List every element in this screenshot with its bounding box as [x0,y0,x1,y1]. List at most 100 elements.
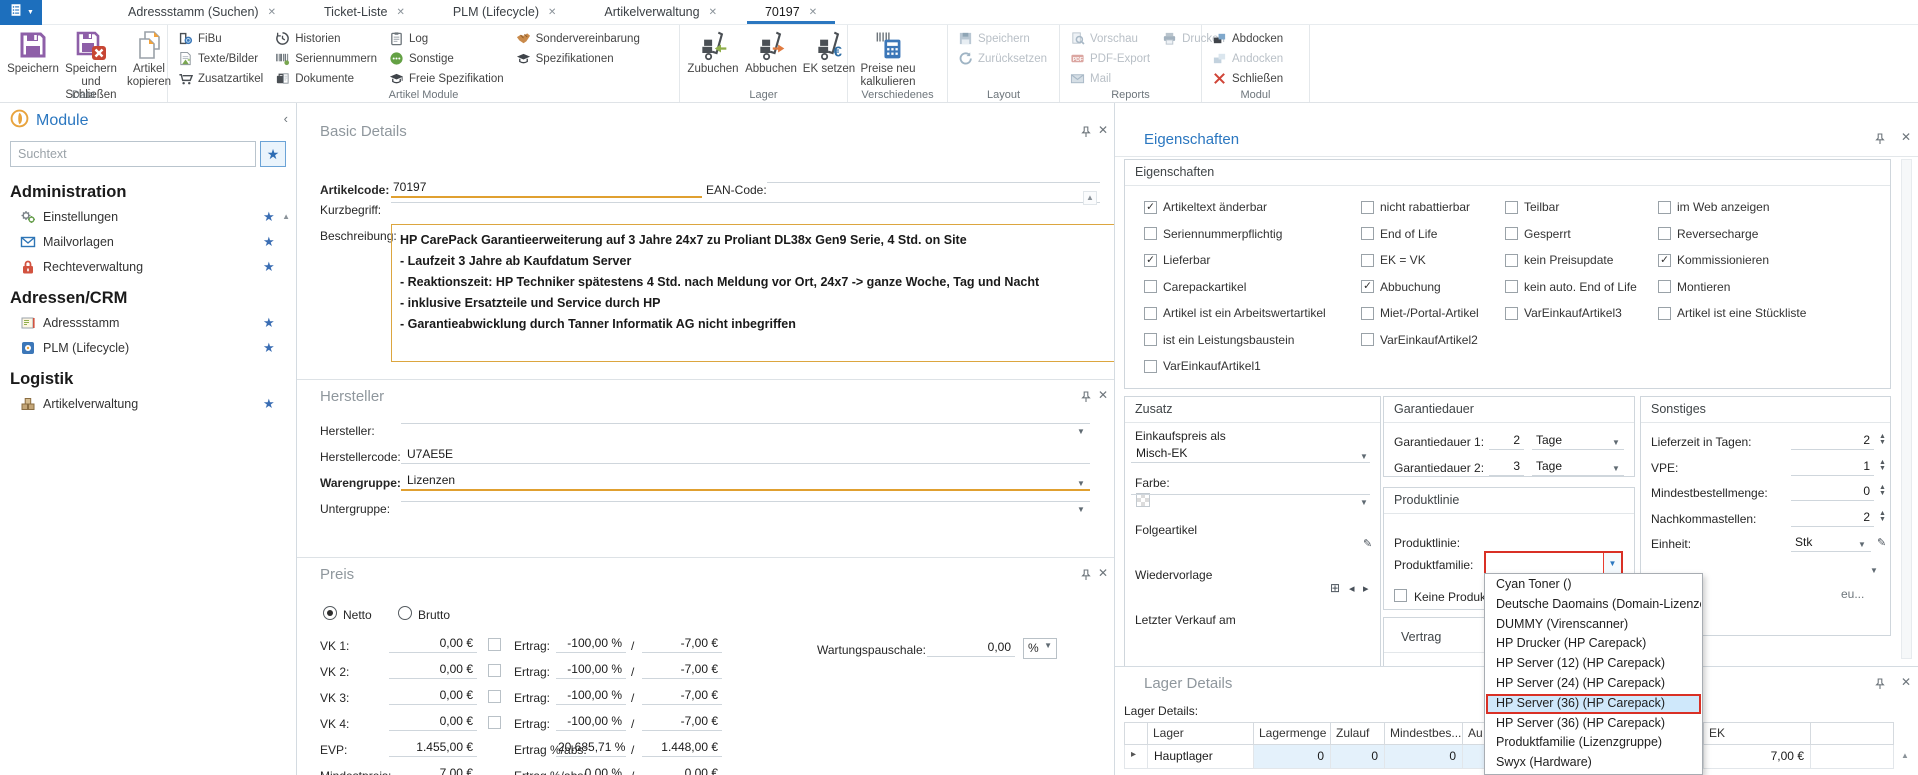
sidebar-item-artikelverwaltung[interactable]: Artikelverwaltung★ [0,391,296,416]
calendar-icon[interactable]: ⊞ [1330,581,1340,595]
scroll-up-icon[interactable]: ▲ [1901,751,1909,760]
search-input[interactable] [10,141,256,167]
price-value-field[interactable]: 0,00 € [389,714,477,731]
sidebar-item-einstellungen[interactable]: Einstellungen★ [0,204,296,229]
close-tab-icon[interactable]: ✕ [709,7,717,18]
spinner-stepper[interactable]: ▲▼ [1879,485,1886,497]
favorite-star-icon[interactable]: ★ [263,259,275,275]
dropdown-option[interactable]: HP Server (36) (HP Carepack) [1486,714,1701,734]
sidebar-item-mailvorlagen[interactable]: Mailvorlagen★ [0,229,296,254]
pin-icon[interactable] [1080,568,1092,586]
close-tab-icon[interactable]: ✕ [809,7,817,18]
edit-pencil-icon[interactable]: ✎ [1877,536,1886,549]
seriennummern-button[interactable]: Seriennummern [275,50,377,67]
table-cell[interactable]: 0 [1254,745,1331,769]
favorite-star-icon[interactable]: ★ [263,209,275,225]
speichern-button[interactable]: Speichern [4,27,62,87]
pin-icon[interactable] [1874,677,1886,695]
chevron-down-icon[interactable]: ▼ [1603,553,1621,574]
zubuchen-button[interactable]: Zubuchen [684,27,742,87]
spezifikationen-button[interactable]: Spezifikationen [516,50,640,67]
artikelcode-field[interactable]: 70197 [391,180,702,198]
pin-icon[interactable] [1080,125,1092,143]
close-icon[interactable]: ✕ [1098,388,1108,402]
checkbox[interactable] [1505,201,1518,214]
ertrag-abs-field[interactable]: 1.448,00 € [642,740,722,757]
checkbox[interactable] [1658,280,1671,293]
texte-bilder-button[interactable]: Texte/Bilder [178,50,263,67]
favorite-star-icon[interactable]: ★ [263,340,275,356]
close-icon[interactable]: ✕ [1901,675,1911,689]
checkbox[interactable] [1658,307,1671,320]
price-ertrag-checkbox[interactable] [488,638,501,651]
favorite-star-icon[interactable]: ★ [263,315,275,331]
checkbox[interactable] [1361,201,1374,214]
close-tab-icon[interactable]: ✕ [396,7,404,18]
price-value-field[interactable]: 0,00 € [389,662,477,679]
checkbox[interactable] [1505,307,1518,320]
pin-icon[interactable] [1874,132,1886,150]
sonstiges-value-field[interactable]: 2 [1791,510,1874,527]
field-warengruppe[interactable]: Lizenzen [401,473,1090,491]
sonstige-button[interactable]: Sonstige [389,50,504,67]
netto-radio[interactable] [323,606,337,620]
abbuchen-button[interactable]: Abbuchen [742,27,800,87]
checkbox[interactable] [1361,227,1374,240]
spinner-stepper[interactable]: ▲▼ [1879,511,1886,523]
checkbox[interactable] [1658,201,1671,214]
app-menu-button[interactable]: ▼ [0,0,42,25]
tab-70197[interactable]: 70197✕ [741,0,841,24]
ertrag-abs-field[interactable]: -7,00 € [642,714,722,731]
collapse-sidebar-button[interactable]: ‹ [284,111,288,126]
table-cell[interactable]: Hauptlager [1148,745,1254,769]
scroll-up-icon[interactable]: ▲ [1083,191,1097,205]
price-ertrag-checkbox[interactable] [488,716,501,729]
dropdown-option[interactable]: HP Server (36) (HP Carepack) [1486,694,1701,714]
checkbox[interactable] [1144,307,1157,320]
dropdown-option[interactable]: Cyan Toner () [1486,575,1701,595]
garantiedauer-unit-combo[interactable]: Tage [1532,459,1624,476]
checkbox[interactable] [1505,280,1518,293]
checkbox[interactable]: ✓ [1144,201,1157,214]
kurzbegriff-field[interactable] [391,200,1100,203]
checkbox[interactable] [1144,333,1157,346]
table-cell[interactable]: 7,00 € [1704,745,1811,769]
zusatzartikel-button[interactable]: Zusatzartikel [178,70,263,87]
price-ertrag-checkbox[interactable] [488,690,501,703]
chevron-down-icon[interactable]: ▼ [1870,566,1878,575]
sidebar-item-adressstamm[interactable]: Adressstamm★ [0,310,296,335]
chevron-right-icon[interactable]: ▸ [1363,582,1369,595]
sonstiges-value-field[interactable]: 0 [1791,484,1874,501]
schließen-button[interactable]: Schließen [1212,70,1283,87]
speichern-und-schließen-button[interactable]: Speichern und Schließen [62,27,120,87]
favorites-filter-button[interactable]: ★ [260,141,286,167]
dropdown-option[interactable]: Produktfamilie (Lizenzgruppe) [1486,733,1701,753]
dropdown-option[interactable]: HP Server (24) (HP Carepack) [1486,674,1701,694]
color-swatch[interactable] [1136,493,1150,507]
log-button[interactable]: Log [389,30,504,47]
historien-button[interactable]: Historien [275,30,377,47]
close-icon[interactable]: ✕ [1098,566,1108,580]
checkbox[interactable]: ✓ [1658,254,1671,267]
abdocken-button[interactable]: Abdocken [1212,30,1283,47]
chevron-down-icon[interactable]: ▼ [1077,505,1085,514]
price-value-field[interactable]: 0,00 € [389,688,477,705]
price-ertrag-checkbox[interactable] [488,664,501,677]
ertrag-abs-field[interactable]: 0,00 € [642,766,722,775]
ean-code-field[interactable] [767,180,1100,183]
checkbox[interactable] [1144,280,1157,293]
chevron-down-icon[interactable]: ▼ [1077,427,1085,436]
row-selector[interactable]: ▸ [1124,745,1148,769]
table-cell[interactable] [1811,745,1894,769]
garantiedauer-value-field[interactable]: 3 [1489,459,1524,476]
fibu-button[interactable]: FiBu [178,30,263,47]
checkbox[interactable]: ✓ [1361,280,1374,293]
einkaufspreis-combo[interactable]: Misch-EK [1131,446,1370,463]
garantiedauer-value-field[interactable]: 2 [1489,433,1524,450]
table-cell[interactable]: 0 [1385,745,1463,769]
close-icon[interactable]: ✕ [1098,123,1108,137]
chevron-down-icon[interactable]: ▼ [1612,464,1620,473]
ertrag-abs-field[interactable]: -7,00 € [642,636,722,653]
ertrag-abs-field[interactable]: -7,00 € [642,662,722,679]
chevron-down-icon[interactable]: ▼ [1858,540,1866,549]
